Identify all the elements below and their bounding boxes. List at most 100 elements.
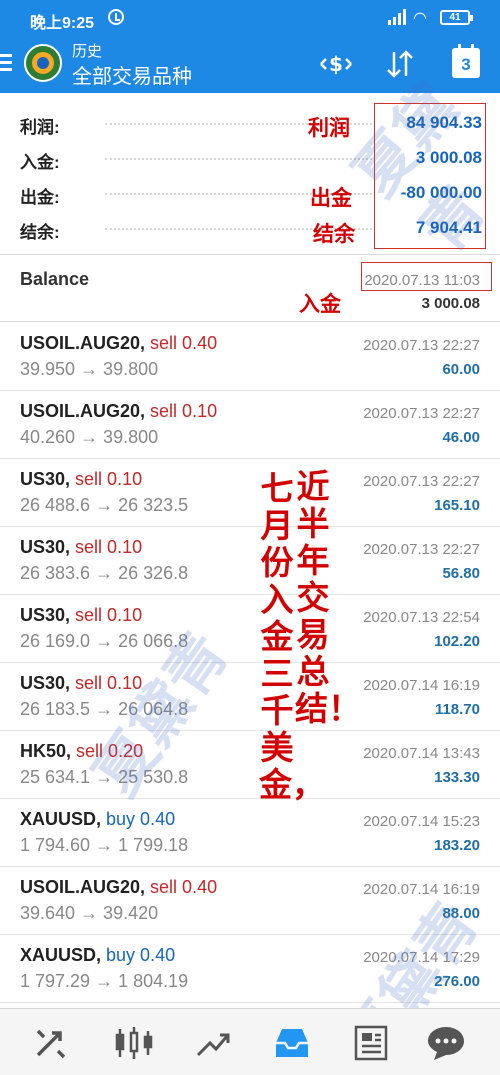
deal-symbol-line: HK50, sell 0.20 [20, 741, 143, 762]
history-icon[interactable] [270, 1023, 314, 1063]
signal-icon [388, 9, 408, 25]
deal-prices: 39.950 → 39.800 [20, 359, 159, 379]
deal-prices: 1 797.29 → 1 804.19 [20, 971, 189, 991]
deal-date: 2020.07.14 13:43 [363, 745, 480, 762]
deal-date: 2020.07.13 22:27 [363, 541, 480, 558]
deal-date: 2020.07.14 16:19 [363, 881, 480, 898]
analytics-icon[interactable] [192, 1023, 236, 1063]
app-logo [24, 44, 62, 82]
deal-date: 2020.07.13 22:27 [363, 473, 480, 490]
deal-symbol-line: US30, sell 0.10 [20, 469, 142, 490]
deal-side: buy 0.40 [106, 809, 176, 829]
deal-row[interactable]: US30, sell 0.10 26 383.6 → 26 326.8 2020.0… [0, 527, 500, 595]
deal-symbol: US30, [20, 469, 71, 489]
deal-date: 2020.07.13 22:27 [363, 337, 480, 354]
menu-icon[interactable] [0, 54, 14, 74]
deal-profit: 56.80 [442, 565, 480, 582]
deal-symbol: USOIL.AUG20, [20, 333, 146, 353]
deal-date: 2020.07.14 15:23 [363, 813, 480, 830]
deal-symbol: USOIL.AUG20, [20, 401, 146, 421]
deal-side: sell 0.10 [150, 401, 218, 421]
summary-label: 结余: [20, 223, 60, 242]
deal-symbol-line: USOIL.AUG20, sell 0.40 [20, 333, 217, 354]
balance-amount: 3 000.08 [421, 295, 480, 312]
balance-label: Balance [20, 269, 90, 289]
deal-row[interactable]: USOIL.AUG20, sell 0.40 39.640 → 39.420 202… [0, 867, 500, 935]
deal-prices: 40.260 → 39.800 [20, 427, 159, 447]
deal-symbol: USOIL.AUG20, [20, 877, 146, 897]
deal-side: sell 0.40 [150, 333, 218, 353]
deal-side: sell 0.40 [150, 877, 218, 897]
deal-date: 2020.07.14 16:19 [363, 677, 480, 694]
deal-date: 2020.07.14 17:29 [363, 949, 480, 966]
deal-profit: 118.70 [434, 701, 480, 718]
deal-date: 2020.07.13 22:27 [363, 405, 480, 422]
deposit-dollar-icon[interactable]: $ [316, 46, 356, 82]
deal-side: sell 0.20 [76, 741, 144, 761]
deal-side: sell 0.10 [75, 469, 143, 489]
deal-symbol: US30, [20, 605, 71, 625]
deal-row[interactable]: US30, sell 0.10 26 169.0 → 26 066.8 2020.0… [0, 595, 500, 663]
deal-prices: 39.640 → 39.420 [20, 903, 159, 923]
deal-row[interactable]: US30, sell 0.10 26 488.6 → 26 323.5 2020.0… [0, 459, 500, 527]
deal-row[interactable]: USOIL.AUG20, sell 0.40 39.950 → 39.800 202… [0, 323, 500, 391]
deal-symbol: HK50, [20, 741, 72, 761]
annotation-withdraw: 出金 [310, 185, 352, 210]
deal-row[interactable]: XAUUSD, buy 0.40 1 797.29 → 1 804.19 2020.… [0, 935, 500, 1003]
deal-symbol-line: XAUUSD, buy 0.40 [20, 945, 175, 966]
deal-row[interactable]: USOIL.AUG20, sell 0.10 40.260 → 39.800 202… [0, 391, 500, 459]
summary-label: 出金: [20, 188, 60, 207]
deal-symbol-line: USOIL.AUG20, sell 0.10 [20, 401, 217, 422]
bottom-nav [0, 1008, 500, 1075]
annotation-box-balance [361, 262, 492, 291]
deal-prices: 26 488.6 → 26 323.5 [20, 495, 189, 515]
deal-prices: 1 794.60 → 1 799.18 [20, 835, 189, 855]
deal-profit: 60.00 [442, 361, 480, 378]
deal-side: sell 0.10 [75, 605, 143, 625]
summary-label: 利润: [20, 118, 60, 137]
chart-icon[interactable] [112, 1023, 156, 1063]
deal-profit: 102.20 [434, 633, 480, 650]
deal-side: buy 0.40 [106, 945, 176, 965]
sort-icon[interactable] [380, 46, 420, 82]
deal-symbol-line: US30, sell 0.10 [20, 673, 142, 694]
deal-side: sell 0.10 [75, 537, 143, 557]
annotation-box-summary [374, 103, 486, 249]
deal-prices: 26 183.5 → 26 064.8 [20, 699, 189, 719]
wifi-icon: ◠ [413, 10, 427, 27]
battery-icon: 41 [440, 10, 473, 25]
deal-prices: 26 169.0 → 26 066.8 [20, 631, 189, 651]
deal-symbol-line: USOIL.AUG20, sell 0.40 [20, 877, 217, 898]
deal-profit: 165.10 [434, 497, 480, 514]
deal-prices: 26 383.6 → 26 326.8 [20, 563, 189, 583]
deal-profit: 276.00 [434, 973, 480, 990]
deal-symbol-line: XAUUSD, buy 0.40 [20, 809, 175, 830]
deal-row[interactable]: US30, sell 0.10 26 183.5 → 26 064.8 2020.0… [0, 663, 500, 731]
chat-icon[interactable] [424, 1023, 468, 1063]
deal-symbol: XAUUSD, [20, 945, 102, 965]
deal-row[interactable]: XAUUSD, buy 0.40 1 794.60 → 1 799.18 2020.… [0, 799, 500, 867]
annotation-profit: 利润 [308, 115, 350, 140]
handwritten-summary-note: 近半年交易总结！ [295, 468, 361, 727]
deal-symbol-line: US30, sell 0.10 [20, 537, 142, 558]
status-time: 晚上9:25 [30, 15, 95, 32]
annotation-balance: 结余 [313, 221, 355, 246]
deal-symbol: US30, [20, 673, 71, 693]
deal-profit: 46.00 [442, 429, 480, 446]
summary-label: 入金: [20, 153, 60, 172]
deal-profit: 88.00 [442, 905, 480, 922]
trade-icon[interactable] [30, 1023, 74, 1063]
annotation-deposit: 入金 [299, 291, 341, 316]
alarm-icon [108, 9, 124, 25]
deal-symbol-line: US30, sell 0.10 [20, 605, 142, 626]
calendar-icon[interactable]: 3 [452, 44, 480, 78]
page-title[interactable]: 全部交易品种 [72, 60, 192, 89]
deal-date: 2020.07.13 22:54 [363, 609, 480, 626]
deal-profit: 133.30 [434, 769, 480, 786]
status-bar: 晚上9:25 ◠ 41 [0, 0, 500, 36]
news-icon[interactable] [350, 1023, 394, 1063]
app-bar: 历史 全部交易品种 $ 3 [0, 36, 500, 93]
deal-symbol: US30, [20, 537, 71, 557]
deal-row[interactable]: HK50, sell 0.20 25 634.1 → 25 530.8 2020.0… [0, 731, 500, 799]
deal-symbol: XAUUSD, [20, 809, 102, 829]
